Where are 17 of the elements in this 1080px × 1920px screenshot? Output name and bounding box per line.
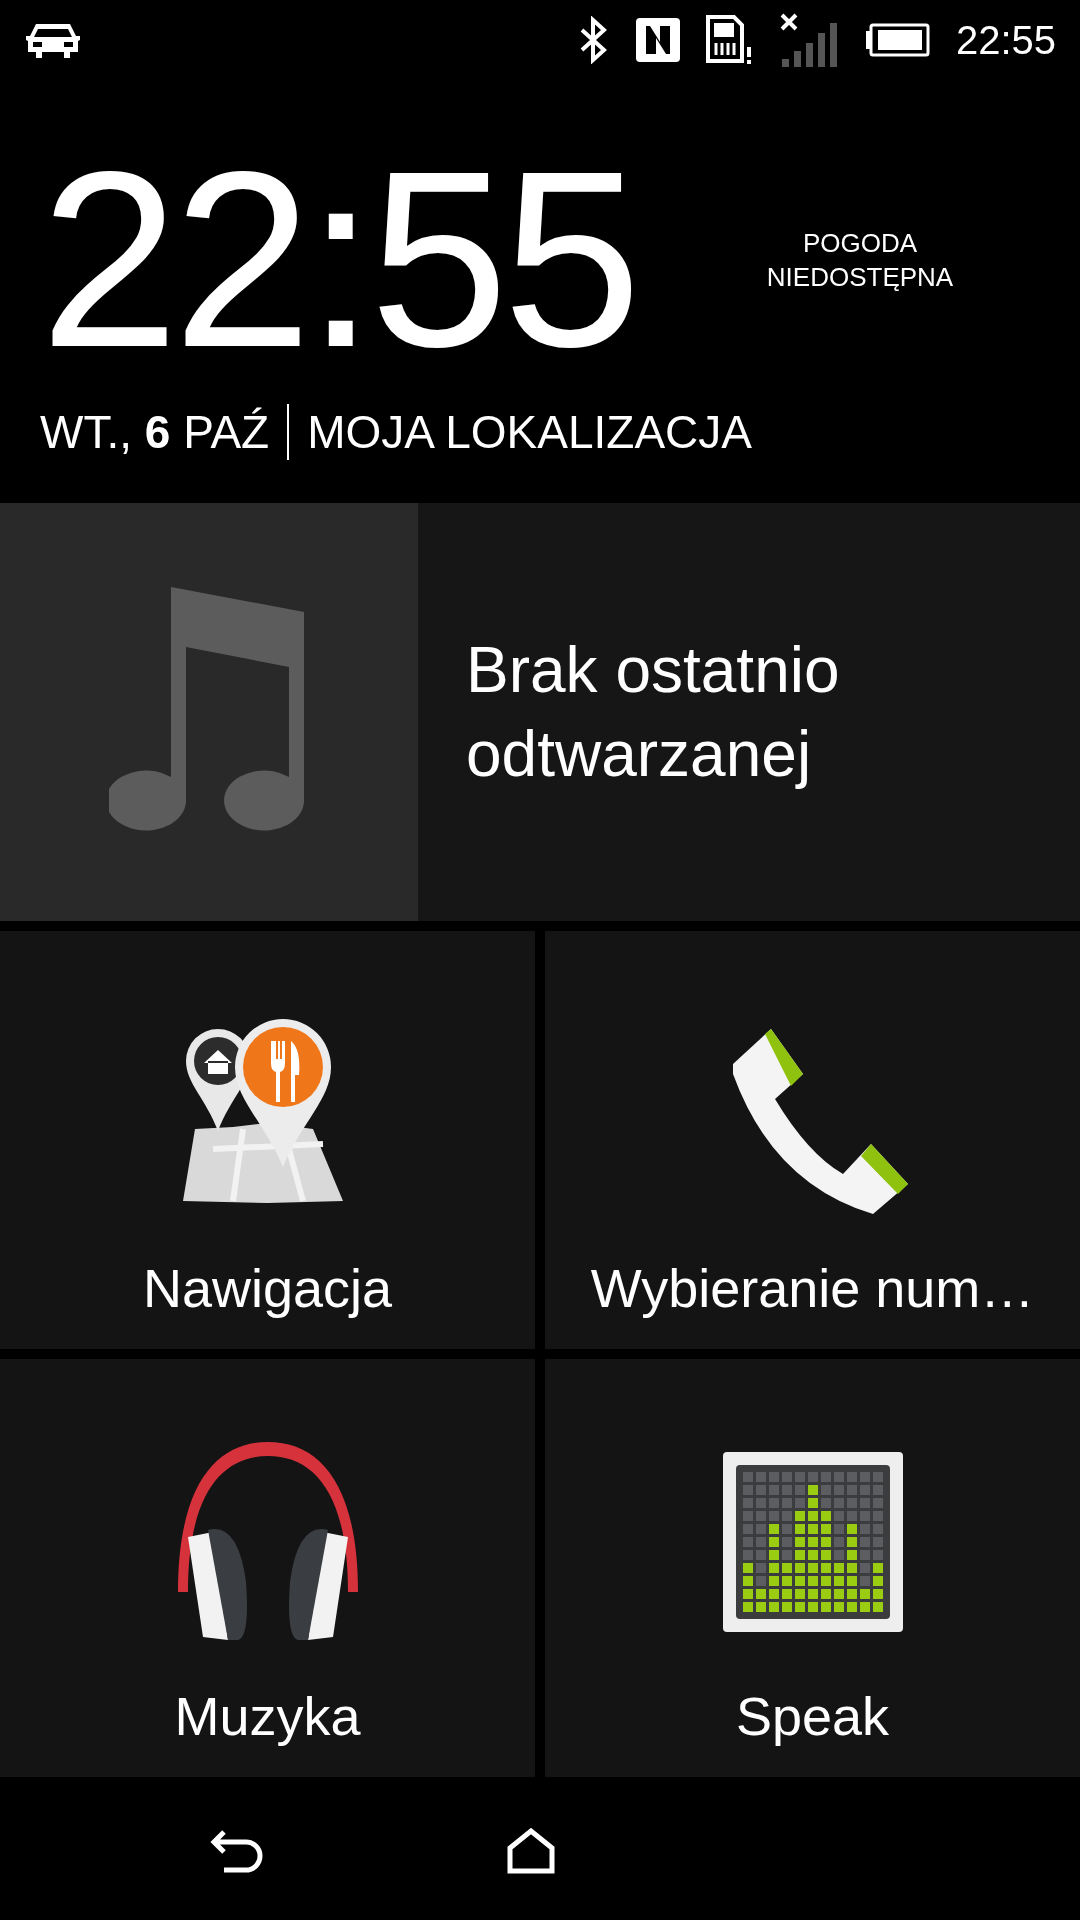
battery-icon <box>863 23 930 57</box>
status-time: 22:55 <box>955 17 1056 63</box>
home-icon[interactable] <box>506 1827 556 1874</box>
nfc-icon <box>635 18 680 62</box>
app-tile[interactable]: Speak <box>545 1359 1080 1777</box>
now-playing-text: Brak ostatnio odtwarzanej <box>465 633 841 792</box>
app-tile[interactable]: Nawigacja <box>0 931 535 1349</box>
weather-text: POGODA NIEDOSTĘPNA <box>765 227 955 294</box>
now-playing-card[interactable]: Brak ostatnio odtwarzanej <box>0 503 1080 921</box>
equalizer-icon <box>722 1452 903 1632</box>
sim-card-icon <box>705 15 754 65</box>
location-text: MOJA LOKALIZACJA <box>307 405 752 459</box>
clock-time: 22:55 <box>40 140 637 380</box>
app-tile[interactable]: Muzyka <box>0 1359 535 1777</box>
date-text: WT., 6 PAŹ <box>40 405 270 459</box>
no-signal-icon <box>779 13 838 67</box>
app-tile[interactable]: Wybieranie num… <box>545 931 1080 1349</box>
